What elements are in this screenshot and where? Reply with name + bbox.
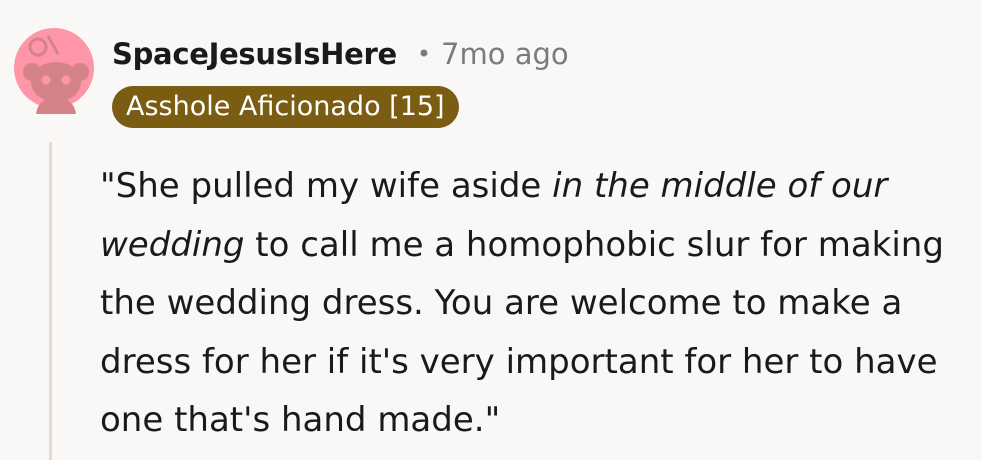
avatar-svg [14,28,94,114]
comment-body: "She pulled my wife aside in the middle … [100,157,982,450]
thread-collapse-line[interactable] [49,142,52,460]
separator-dot: • [416,40,432,68]
comment: SpaceJesusIsHere • 7mo ago Asshole Afici… [0,0,982,460]
user-flair-badge: Asshole Aficionado [15] [112,86,459,128]
comment-text-part-1: "She pulled my wife aside [100,166,553,206]
reddit-snoo-avatar-icon[interactable] [14,22,94,114]
comment-timestamp[interactable]: 7mo ago [441,37,569,71]
author-username[interactable]: SpaceJesusIsHere [112,37,397,71]
comment-text: "She pulled my wife aside in the middle … [100,157,982,450]
comment-header: SpaceJesusIsHere • 7mo ago [112,34,569,74]
